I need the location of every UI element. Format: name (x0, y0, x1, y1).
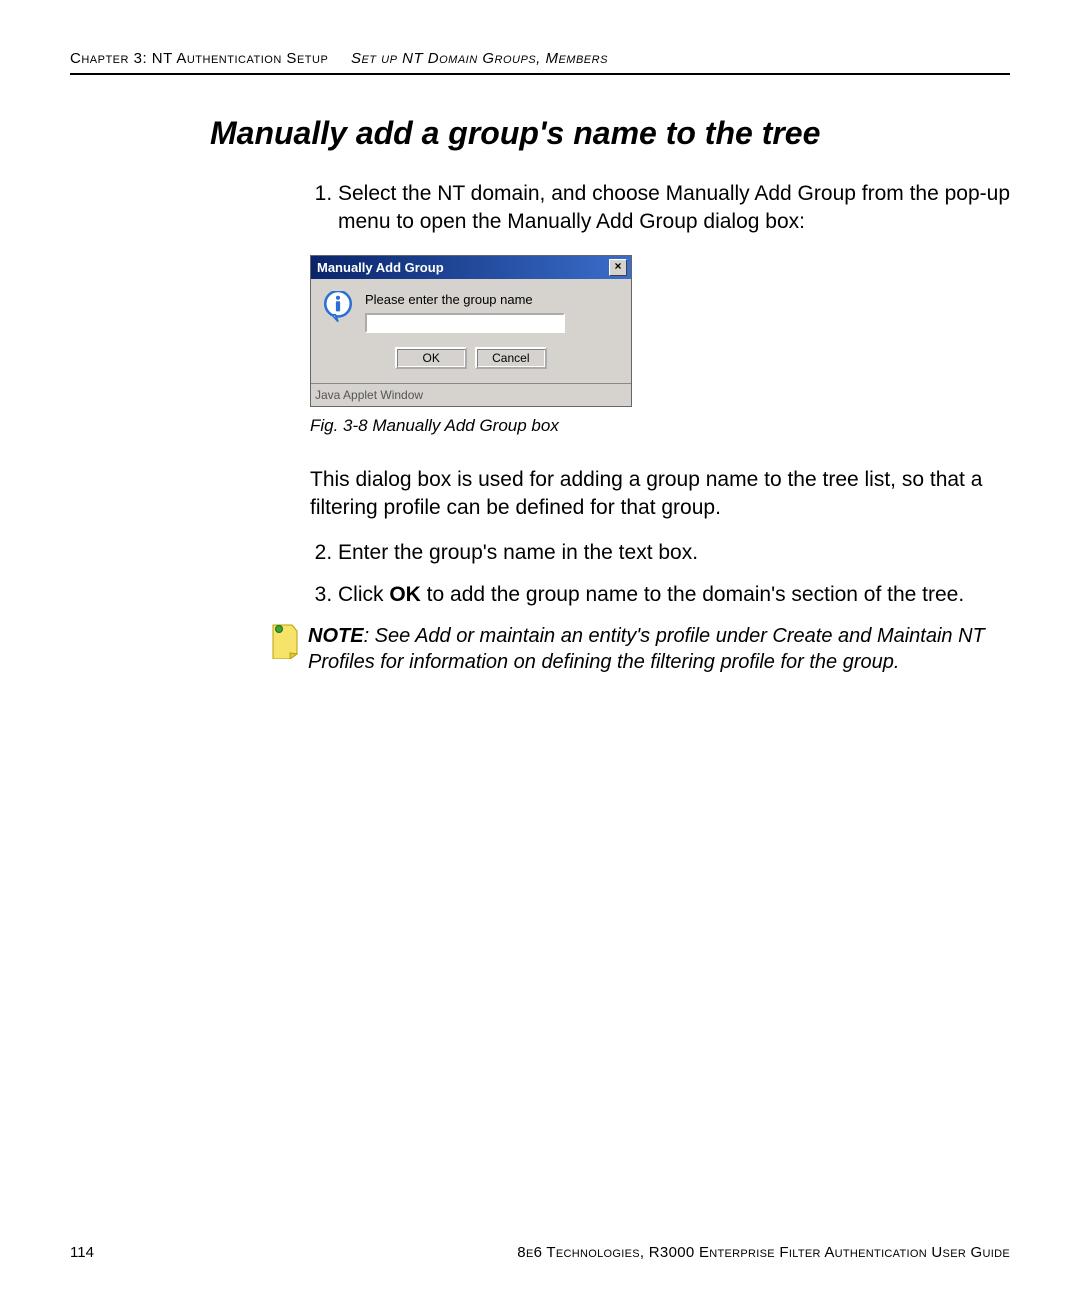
information-icon (321, 291, 355, 325)
step-3: Click OK to add the group name to the do… (338, 581, 1010, 609)
after-figure-paragraph: This dialog box is used for adding a gro… (310, 466, 1010, 523)
group-name-input[interactable] (365, 313, 565, 333)
manually-add-group-dialog: Manually Add Group × Please enter the gr… (310, 255, 632, 407)
step-3-post: to add the group name to the domain's se… (421, 583, 964, 606)
steps-list-cont: Enter the group's name in the text box. … (310, 539, 1010, 610)
dialog-title: Manually Add Group (317, 259, 444, 277)
page: Chapter 3: NT Authentication Setup Set u… (0, 0, 1080, 1311)
close-icon[interactable]: × (609, 259, 627, 276)
dialog-button-row: OK Cancel (311, 341, 631, 383)
figure-caption: Fig. 3-8 Manually Add Group box (310, 415, 1010, 438)
step-3-bold: OK (389, 583, 421, 606)
step-2: Enter the group's name in the text box. (338, 539, 1010, 567)
steps-list: Select the NT domain, and choose Manuall… (310, 180, 1010, 237)
applet-status: Java Applet Window (311, 383, 631, 406)
dialog-prompt: Please enter the group name (365, 291, 621, 309)
step-3-pre: Click (338, 583, 389, 606)
page-footer: 114 8e6 Technologies, R3000 Enterprise F… (70, 1244, 1010, 1261)
note-label: NOTE (308, 625, 364, 647)
note-block: NOTE: See Add or maintain an entity's pr… (270, 623, 1010, 675)
figure-dialog: Manually Add Group × Please enter the gr… (310, 255, 1010, 438)
note-icon (270, 623, 300, 659)
dialog-fields: Please enter the group name (365, 291, 621, 333)
ok-button[interactable]: OK (395, 347, 467, 369)
header-section: Set up NT Domain Groups, Members (351, 50, 608, 67)
note-text: NOTE: See Add or maintain an entity's pr… (308, 623, 1010, 675)
running-header: Chapter 3: NT Authentication Setup Set u… (70, 50, 1010, 75)
page-number: 114 (70, 1244, 94, 1261)
content-block: Select the NT domain, and choose Manuall… (310, 180, 1010, 609)
header-chapter: Chapter 3: NT Authentication Setup (70, 50, 328, 67)
note-body: : See Add or maintain an entity's profil… (308, 625, 985, 673)
step-1: Select the NT domain, and choose Manuall… (338, 180, 1010, 237)
footer-guide-title: 8e6 Technologies, R3000 Enterprise Filte… (517, 1244, 1010, 1261)
cancel-button[interactable]: Cancel (475, 347, 547, 369)
section-title: Manually add a group's name to the tree (210, 115, 1010, 152)
dialog-body: Please enter the group name (311, 279, 631, 341)
dialog-titlebar: Manually Add Group × (311, 256, 631, 280)
